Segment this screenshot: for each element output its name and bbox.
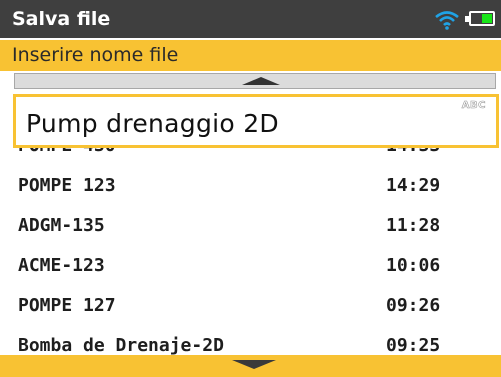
file-name: Bomba de Drenaje-2D	[18, 335, 224, 356]
file-list-item[interactable]: POMPE 127 09:26	[0, 286, 501, 326]
file-time: 14:29	[386, 175, 441, 196]
arrow-up-icon	[242, 77, 280, 85]
filename-input-value: Pump drenaggio 2D	[26, 109, 279, 138]
file-name: ACME-123	[18, 255, 105, 276]
file-time: 10:06	[386, 255, 441, 276]
file-time: 09:26	[386, 295, 441, 316]
file-list-item[interactable]: ADGM-135 11:28	[0, 206, 501, 246]
file-time: 11:28	[386, 215, 441, 236]
scroll-up-button[interactable]	[14, 73, 496, 89]
file-list-item[interactable]: ACME-123 10:06	[0, 246, 501, 286]
filename-prompt-label: Inserire nome file	[12, 44, 179, 66]
file-name: ADGM-135	[18, 215, 105, 236]
arrow-down-icon	[232, 360, 276, 369]
title-bar: Salva file	[0, 0, 501, 38]
file-time: 09:25	[386, 335, 441, 356]
scroll-down-button[interactable]	[0, 355, 501, 377]
file-name: POMPE 127	[18, 295, 116, 316]
screen-title: Salva file	[12, 8, 111, 30]
file-name: POMPE 123	[18, 175, 116, 196]
battery-icon	[465, 11, 495, 26]
filename-input[interactable]: Pump drenaggio 2D ABC	[13, 94, 499, 148]
wifi-icon	[435, 11, 459, 30]
file-list-item[interactable]: POMPE 123 14:29	[0, 166, 501, 206]
filename-prompt: Inserire nome file	[0, 40, 501, 71]
input-mode-indicator: ABC	[461, 100, 486, 112]
